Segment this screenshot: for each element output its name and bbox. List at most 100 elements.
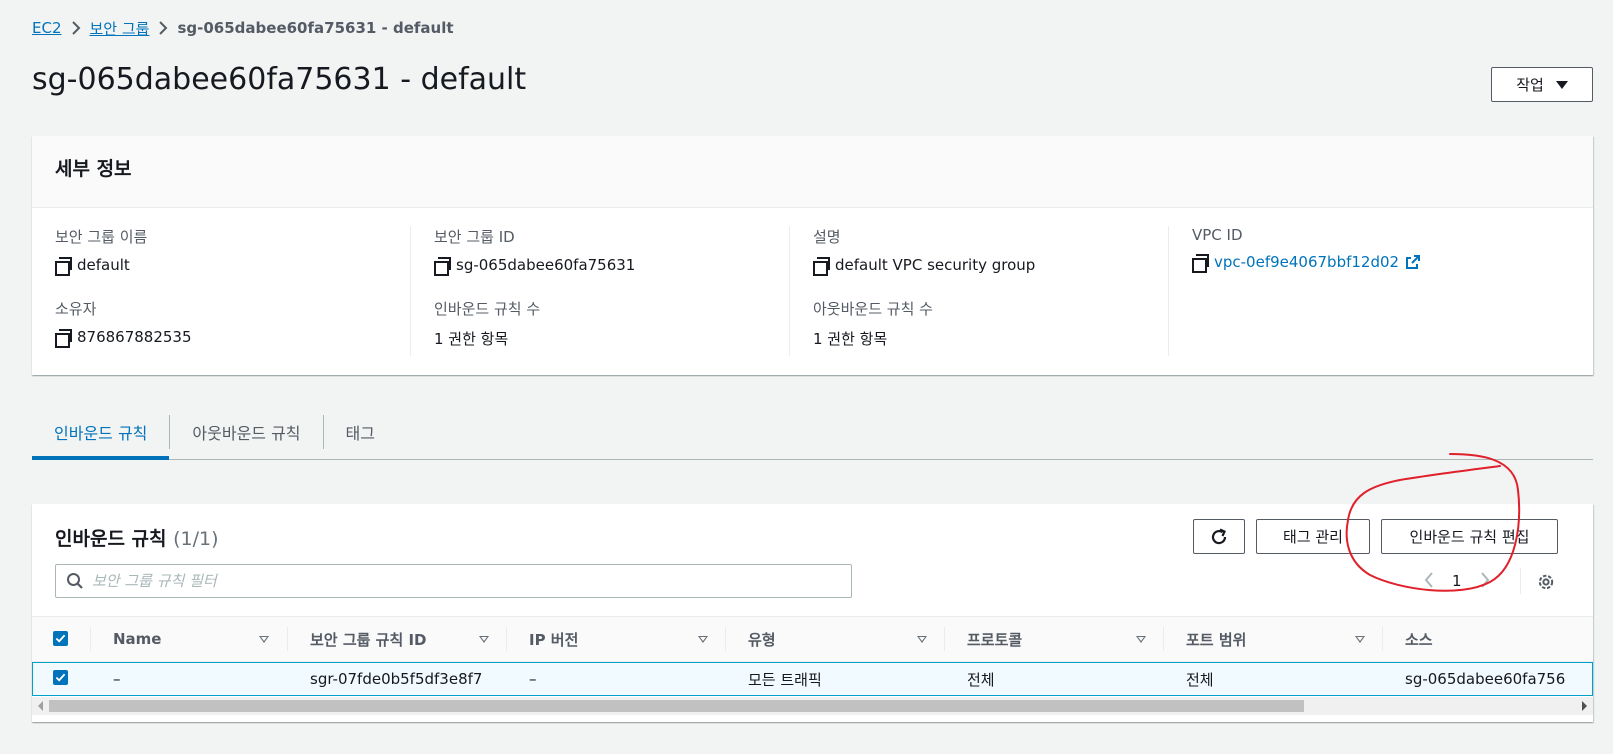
- vpc-id-link[interactable]: vpc-0ef9e4067bbf12d02: [1214, 253, 1399, 271]
- field-value: 1 권한 항목: [813, 330, 888, 348]
- breadcrumb-ec2-link[interactable]: EC2: [32, 19, 62, 37]
- sort-icon[interactable]: [1355, 635, 1365, 643]
- column-header-label: Name: [113, 630, 162, 648]
- breadcrumb-security-groups-link[interactable]: 보안 그룹: [90, 18, 150, 39]
- edit-inbound-rules-button[interactable]: 인바운드 규칙 편집: [1381, 519, 1558, 554]
- details-title: 세부 정보: [55, 158, 132, 180]
- field-description: 설명 default VPC security group: [813, 226, 1036, 276]
- field-value: 1 권한 항목: [434, 330, 509, 348]
- copy-icon[interactable]: [813, 257, 830, 276]
- field-label: 보안 그룹 ID: [434, 228, 515, 246]
- column-divider: [1382, 627, 1383, 651]
- chevron-right-icon: [149, 21, 177, 35]
- gear-icon[interactable]: [1536, 572, 1556, 592]
- field-sg-id: 보안 그룹 ID sg-065dabee60fa75631: [434, 226, 636, 276]
- rules-title: 인바운드 규칙 (1/1): [55, 524, 219, 551]
- table-header: Name 보안 그룹 규칙 ID IP 버전 유형 프로토콜 포트 범위 소스: [32, 616, 1593, 662]
- refresh-button[interactable]: [1193, 519, 1245, 554]
- breadcrumb: EC2 보안 그룹 sg-065dabee60fa75631 - default: [32, 17, 454, 39]
- tab-bar: 인바운드 규칙 아웃바운드 규칙 태그: [32, 405, 1593, 460]
- field-value: 876867882535: [77, 328, 192, 346]
- chevron-right-icon: [62, 21, 90, 35]
- column-divider: [789, 226, 790, 356]
- column-divider: [90, 627, 91, 651]
- field-value: sg-065dabee60fa75631: [456, 256, 636, 274]
- copy-icon[interactable]: [434, 257, 451, 276]
- filter-box: [55, 564, 852, 598]
- sort-icon[interactable]: [259, 635, 269, 643]
- breadcrumb-current: sg-065dabee60fa75631 - default: [177, 19, 454, 37]
- field-label: 소유자: [55, 300, 97, 318]
- copy-icon[interactable]: [1192, 254, 1209, 273]
- cell-ip-version: –: [529, 670, 537, 688]
- pager-divider: [1520, 568, 1521, 594]
- column-header-label: 유형: [748, 630, 776, 649]
- previous-page-icon[interactable]: [1424, 569, 1434, 593]
- column-divider: [287, 627, 288, 651]
- table-row[interactable]: – sgr-07fde0b5f5df3e8f7 – 모든 트래픽 전체 전체 s…: [32, 662, 1593, 696]
- actions-button-label: 작업: [1516, 76, 1544, 94]
- field-outbound-count: 아웃바운드 규칙 수 1 권한 항목: [813, 298, 933, 349]
- sort-icon[interactable]: [917, 635, 927, 643]
- cell-source: sg-065dabee60fa756: [1405, 670, 1566, 688]
- column-header-protocol[interactable]: 프로토콜: [967, 617, 1160, 661]
- rules-title-text: 인바운드 규칙: [55, 528, 167, 550]
- page-title: sg-065dabee60fa75631 - default: [32, 62, 527, 97]
- field-label: 아웃바운드 규칙 수: [813, 300, 933, 318]
- field-label: 보안 그룹 이름: [55, 228, 148, 246]
- check-icon: [55, 634, 66, 643]
- filter-input[interactable]: [92, 572, 792, 590]
- cell-rule-id: sgr-07fde0b5f5df3e8f7: [310, 670, 483, 688]
- actions-button[interactable]: 작업: [1491, 67, 1593, 102]
- tab-tags[interactable]: 태그: [324, 405, 397, 459]
- column-header-label: 포트 범위: [1186, 630, 1247, 649]
- horizontal-scrollbar[interactable]: [32, 697, 1593, 715]
- field-value: default: [77, 256, 130, 274]
- column-divider: [1168, 226, 1169, 356]
- scroll-left-arrow[interactable]: [38, 701, 43, 711]
- field-label: 설명: [813, 228, 841, 246]
- search-icon: [67, 573, 83, 589]
- pagination: 1: [1424, 569, 1490, 593]
- tab-outbound-rules[interactable]: 아웃바운드 규칙: [170, 405, 322, 459]
- tab-inbound-rules[interactable]: 인바운드 규칙: [32, 405, 170, 460]
- scrollbar-thumb[interactable]: [49, 700, 1304, 712]
- sort-icon[interactable]: [1136, 635, 1146, 643]
- cell-protocol: 전체: [967, 670, 995, 689]
- details-panel: 세부 정보 보안 그룹 이름 default 보안 그룹 ID sg-065da…: [32, 136, 1593, 375]
- details-header: 세부 정보: [32, 136, 1593, 208]
- column-header-type[interactable]: 유형: [748, 617, 941, 661]
- column-divider: [725, 627, 726, 651]
- column-header-source[interactable]: 소스: [1405, 617, 1585, 661]
- field-vpc-id: VPC ID vpc-0ef9e4067bbf12d02: [1192, 226, 1421, 273]
- details-grid: 보안 그룹 이름 default 보안 그룹 ID sg-065dabee60f…: [32, 208, 1593, 375]
- field-value: default VPC security group: [835, 256, 1036, 274]
- copy-icon[interactable]: [55, 329, 72, 348]
- column-header-ip-version[interactable]: IP 버전: [529, 617, 722, 661]
- column-header-name[interactable]: Name: [113, 617, 283, 661]
- cell-type: 모든 트래픽: [748, 670, 822, 689]
- column-header-port-range[interactable]: 포트 범위: [1186, 617, 1379, 661]
- column-header-label: 프로토콜: [967, 630, 1023, 649]
- refresh-icon: [1211, 527, 1227, 544]
- external-link-icon[interactable]: [1405, 254, 1421, 270]
- page-number[interactable]: 1: [1452, 572, 1462, 590]
- next-page-icon[interactable]: [1480, 569, 1490, 593]
- sort-icon[interactable]: [479, 635, 489, 643]
- scroll-right-arrow[interactable]: [1582, 701, 1587, 711]
- caret-down-icon: [1555, 80, 1568, 89]
- column-header-rule-id[interactable]: 보안 그룹 규칙 ID: [310, 617, 503, 661]
- cell-name: –: [113, 670, 121, 688]
- field-label: VPC ID: [1192, 226, 1243, 244]
- manage-tags-button[interactable]: 태그 관리: [1256, 519, 1370, 554]
- cell-port-range: 전체: [1186, 670, 1214, 689]
- column-divider: [944, 627, 945, 651]
- copy-icon[interactable]: [55, 257, 72, 276]
- field-inbound-count: 인바운드 규칙 수 1 권한 항목: [434, 298, 540, 349]
- inbound-rules-panel: 인바운드 규칙 (1/1) 태그 관리 인바운드 규칙 편집 1: [32, 504, 1593, 722]
- row-checkbox[interactable]: [53, 670, 68, 685]
- check-icon: [55, 673, 66, 682]
- select-all-checkbox[interactable]: [53, 631, 68, 646]
- sort-icon[interactable]: [698, 635, 708, 643]
- column-header-label: 소스: [1405, 630, 1433, 649]
